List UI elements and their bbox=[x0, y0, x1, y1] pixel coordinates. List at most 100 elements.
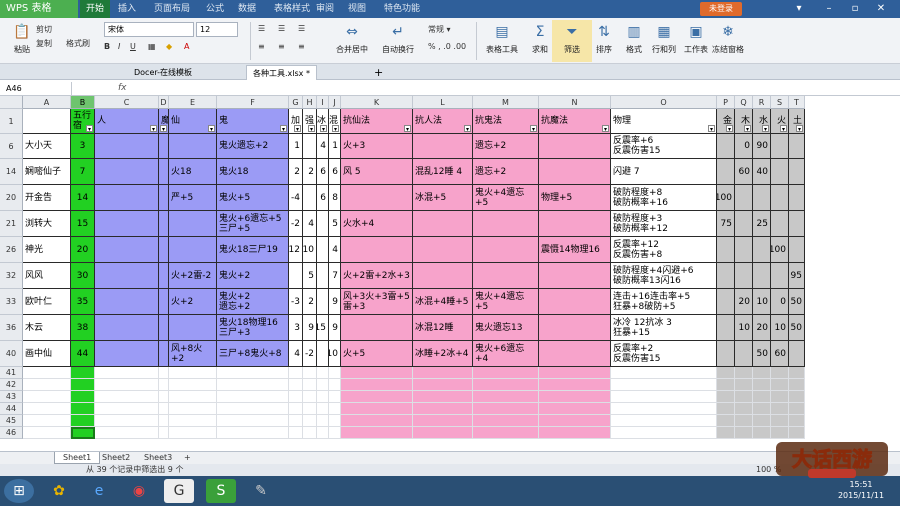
empty-cell[interactable] bbox=[413, 379, 473, 391]
empty-cell[interactable] bbox=[789, 391, 805, 403]
data-cell[interactable] bbox=[289, 263, 303, 289]
menu-tab-3[interactable]: 页面布局 bbox=[154, 0, 190, 18]
data-cell[interactable] bbox=[169, 315, 217, 341]
empty-cell[interactable] bbox=[159, 367, 169, 379]
empty-cell[interactable] bbox=[611, 415, 717, 427]
empty-cell[interactable] bbox=[341, 403, 413, 415]
format-painter-button[interactable]: 格式刷 bbox=[66, 38, 90, 49]
empty-cell[interactable] bbox=[169, 367, 217, 379]
empty-cell[interactable] bbox=[611, 403, 717, 415]
empty-cell[interactable] bbox=[341, 391, 413, 403]
empty-cell[interactable] bbox=[289, 391, 303, 403]
empty-cell[interactable] bbox=[753, 391, 771, 403]
empty-cell[interactable] bbox=[159, 391, 169, 403]
data-cell[interactable] bbox=[341, 185, 413, 211]
empty-cell[interactable] bbox=[329, 427, 341, 439]
data-cell[interactable]: 冰混+5 bbox=[413, 185, 473, 211]
empty-cell[interactable] bbox=[341, 415, 413, 427]
filter-dropdown-icon[interactable]: ▾ bbox=[464, 125, 471, 133]
taskbar-app-icon[interactable]: ✿ bbox=[44, 479, 74, 503]
doc-tab-current[interactable]: 各种工具.xlsx * bbox=[246, 65, 317, 80]
header-cell[interactable]: 冰 ▾ bbox=[317, 109, 329, 134]
data-cell[interactable]: 100 bbox=[717, 185, 735, 211]
data-cell[interactable] bbox=[717, 341, 735, 367]
empty-cell[interactable] bbox=[473, 403, 539, 415]
empty-cell[interactable] bbox=[95, 367, 159, 379]
empty-cell[interactable] bbox=[473, 427, 539, 439]
data-cell[interactable]: 画中仙 bbox=[23, 341, 71, 367]
data-cell[interactable] bbox=[717, 263, 735, 289]
empty-cell[interactable] bbox=[473, 367, 539, 379]
align-middle-icon[interactable]: ☰ bbox=[278, 24, 285, 33]
empty-cell[interactable] bbox=[303, 391, 317, 403]
data-cell[interactable]: 12 bbox=[289, 237, 303, 263]
empty-cell[interactable] bbox=[735, 403, 753, 415]
data-cell[interactable]: 冰混+4睡+5 bbox=[413, 289, 473, 315]
data-cell[interactable]: 破防程度+4闪避+6 破防概率13闪16 bbox=[611, 263, 717, 289]
data-cell[interactable]: 9 bbox=[329, 289, 341, 315]
border-icon[interactable]: ▦ bbox=[148, 42, 156, 51]
ie-icon[interactable]: e bbox=[84, 479, 114, 503]
data-cell[interactable]: 破防程度+3 破防概率+12 bbox=[611, 211, 717, 237]
filter-dropdown-icon[interactable]: ▾ bbox=[708, 125, 715, 133]
data-cell[interactable]: 7 bbox=[329, 263, 341, 289]
menu-tab-5[interactable]: 数据 bbox=[238, 0, 256, 18]
data-cell[interactable] bbox=[95, 185, 159, 211]
data-cell[interactable]: 60 bbox=[735, 159, 753, 185]
add-sheet-button[interactable]: + bbox=[176, 452, 199, 464]
data-cell[interactable]: 5 bbox=[329, 211, 341, 237]
empty-cell[interactable] bbox=[413, 427, 473, 439]
game-icon[interactable]: G bbox=[164, 479, 194, 503]
data-cell[interactable]: 5 bbox=[303, 263, 317, 289]
data-cell[interactable]: 15 bbox=[71, 211, 95, 237]
data-cell[interactable] bbox=[717, 134, 735, 159]
data-cell[interactable] bbox=[753, 263, 771, 289]
data-cell[interactable] bbox=[771, 211, 789, 237]
data-cell[interactable] bbox=[789, 211, 805, 237]
data-cell[interactable]: 4 bbox=[303, 211, 317, 237]
row-header[interactable]: 6 bbox=[0, 134, 23, 159]
column-header-G[interactable]: G bbox=[289, 96, 303, 109]
sheet-tab-3[interactable]: Sheet3 bbox=[136, 452, 180, 464]
data-cell[interactable]: 鬼火遗忘+2 bbox=[217, 134, 289, 159]
bold-button[interactable]: B bbox=[104, 42, 110, 51]
data-cell[interactable]: 火+3 bbox=[341, 134, 413, 159]
empty-cell[interactable] bbox=[169, 379, 217, 391]
data-cell[interactable] bbox=[317, 341, 329, 367]
data-cell[interactable]: 4 bbox=[329, 237, 341, 263]
data-cell[interactable]: 10 bbox=[735, 315, 753, 341]
data-cell[interactable]: 物理+5 bbox=[539, 185, 611, 211]
empty-cell[interactable] bbox=[329, 415, 341, 427]
data-cell[interactable]: 火+2 bbox=[169, 289, 217, 315]
empty-cell[interactable] bbox=[735, 391, 753, 403]
empty-cell[interactable] bbox=[317, 427, 329, 439]
data-cell[interactable]: 反震率+2 反震伤害15 bbox=[611, 341, 717, 367]
column-header-I[interactable]: I bbox=[317, 96, 329, 109]
header-cell[interactable]: 混 ▾ bbox=[329, 109, 341, 134]
font-color-icon[interactable]: A bbox=[184, 42, 189, 51]
empty-cell[interactable] bbox=[539, 403, 611, 415]
data-cell[interactable]: 6 bbox=[317, 185, 329, 211]
column-header-L[interactable]: L bbox=[413, 96, 473, 109]
data-cell[interactable] bbox=[169, 211, 217, 237]
percent-icon[interactable]: % , .0 .00 bbox=[428, 42, 466, 51]
filter-dropdown-icon[interactable]: ▾ bbox=[404, 125, 411, 133]
fill-color-icon[interactable]: ◆ bbox=[166, 42, 172, 51]
menu-tab-9[interactable]: 特色功能 bbox=[384, 0, 420, 18]
row-header[interactable]: 36 bbox=[0, 315, 23, 341]
italic-button[interactable]: I bbox=[118, 42, 120, 51]
data-cell[interactable]: -2 bbox=[303, 341, 317, 367]
data-cell[interactable]: 20 bbox=[71, 237, 95, 263]
data-cell[interactable] bbox=[539, 289, 611, 315]
data-cell[interactable] bbox=[169, 134, 217, 159]
empty-cell[interactable] bbox=[789, 379, 805, 391]
empty-cell[interactable] bbox=[329, 367, 341, 379]
data-cell[interactable]: 3 bbox=[289, 315, 303, 341]
empty-cell[interactable] bbox=[473, 391, 539, 403]
data-cell[interactable]: 震慑14物理16 bbox=[539, 237, 611, 263]
start-button[interactable]: ⊞ bbox=[4, 479, 34, 503]
data-cell[interactable] bbox=[317, 211, 329, 237]
data-cell[interactable]: 鬼火+2 遗忘+2 bbox=[217, 289, 289, 315]
empty-cell[interactable] bbox=[611, 391, 717, 403]
empty-cell[interactable] bbox=[771, 415, 789, 427]
